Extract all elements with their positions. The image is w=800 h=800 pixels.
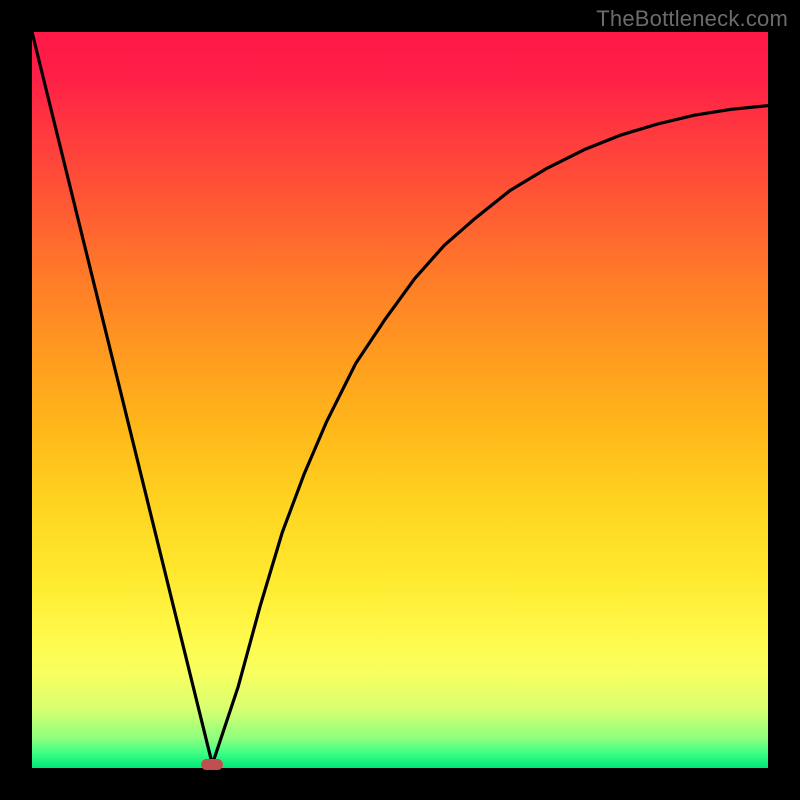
plot-area [32,32,768,768]
minimum-marker [201,759,223,770]
chart-frame: TheBottleneck.com [0,0,800,800]
bottleneck-curve [32,32,768,768]
watermark-text: TheBottleneck.com [596,6,788,32]
